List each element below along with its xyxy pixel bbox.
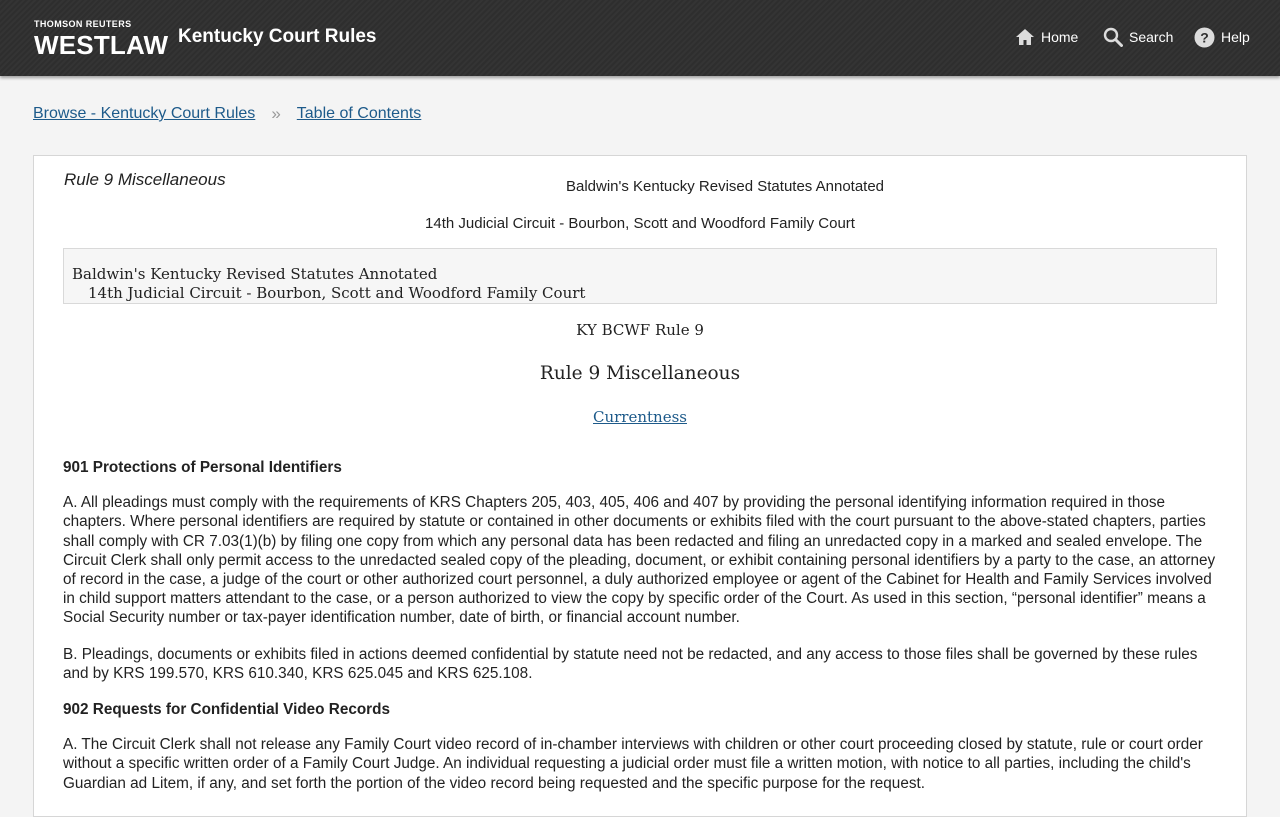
brand-tagline: THOMSON REUTERS	[34, 19, 132, 29]
citation-box: Baldwin's Kentucky Revised Statutes Anno…	[63, 248, 1217, 304]
section-paragraph: B. Pleadings, documents or exhibits file…	[63, 645, 1198, 682]
section-paragraph: A. All pleadings must comply with the re…	[63, 494, 1216, 627]
nav-home-label: Home	[1041, 29, 1079, 45]
currentness-link[interactable]: Currentness	[593, 408, 687, 426]
nav-search-label: Search	[1129, 29, 1174, 45]
currentness-container: Currentness	[34, 408, 1246, 426]
svg-text:?: ?	[1200, 29, 1209, 45]
nav-help-link[interactable]: ? Help	[1194, 26, 1250, 48]
section-heading: 902 Requests for Confidential Video Reco…	[63, 701, 390, 719]
rule-title: Rule 9 Miscellaneous	[539, 363, 741, 384]
breadcrumb-browse-link[interactable]: Browse - Kentucky Court Rules	[33, 105, 255, 123]
header-bar: THOMSON REUTERS WESTLAW Kentucky Court R…	[0, 0, 1280, 76]
nav-search-link[interactable]: Search	[1103, 26, 1173, 48]
document-panel: Rule 9 Miscellaneous Baldwin's Kentucky …	[33, 155, 1247, 817]
rule-citation: KY BCWF Rule 9	[576, 321, 704, 339]
section-heading: 901 Protections of Personal Identifiers	[63, 459, 342, 476]
breadcrumb-toc-link[interactable]: Table of Contents	[297, 105, 422, 123]
nav-home-link[interactable]: Home	[1015, 26, 1078, 48]
citation-box-publication: Baldwin's Kentucky Revised Statutes Anno…	[72, 265, 438, 283]
document-circuit: 14th Judicial Circuit - Bourbon, Scott a…	[425, 215, 855, 232]
help-icon: ?	[1194, 27, 1215, 48]
document-publication: Baldwin's Kentucky Revised Statutes Anno…	[565, 178, 885, 195]
breadcrumb: Browse - Kentucky Court Rules » Table of…	[33, 104, 421, 124]
section-paragraph: A. The Circuit Clerk shall not release a…	[63, 736, 1203, 792]
brand-name: WESTLAW	[34, 30, 169, 60]
breadcrumb-separator: »	[271, 104, 281, 123]
citation-box-circuit: 14th Judicial Circuit - Bourbon, Scott a…	[88, 284, 586, 302]
nav-help-label: Help	[1221, 29, 1250, 45]
search-icon	[1103, 27, 1123, 47]
home-icon	[1015, 28, 1035, 46]
app-title: Kentucky Court Rules	[178, 26, 377, 47]
document-body: 901 Protections of Personal Identifiers …	[63, 458, 1218, 810]
westlaw-logo[interactable]: THOMSON REUTERS WESTLAW	[34, 19, 168, 59]
